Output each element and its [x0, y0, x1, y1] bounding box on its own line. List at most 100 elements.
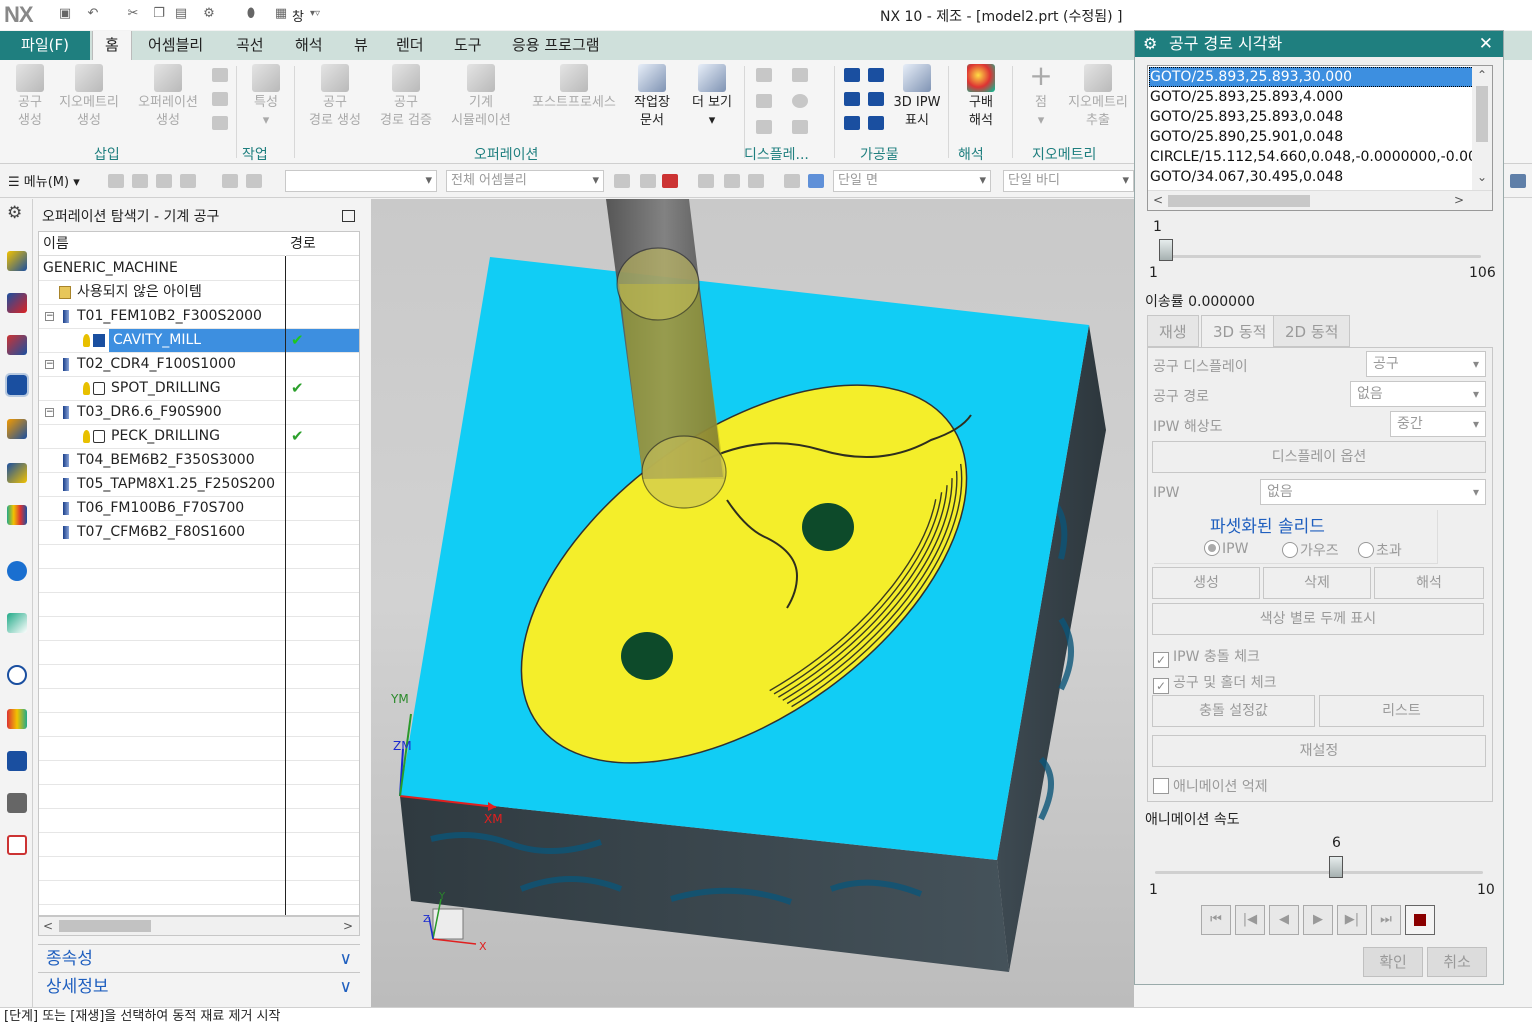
snap-icon[interactable] [698, 174, 714, 188]
workpiece-small-icon[interactable] [844, 68, 860, 82]
group-operation[interactable]: 오퍼레이션 [474, 144, 538, 164]
chevron-down-icon[interactable]: ∨ [340, 945, 352, 973]
verify-toolpath-button[interactable]: 공구 경로 검증 [374, 64, 438, 130]
close-icon[interactable]: ✕ [1479, 31, 1493, 57]
graphics-viewport[interactable]: YM ZM XM X Y Z [371, 199, 1134, 1007]
workpiece-small-icon[interactable] [844, 92, 860, 106]
type-filter-combo[interactable] [285, 170, 437, 192]
tab-assembly[interactable]: 어셈블리 [136, 31, 215, 60]
snap-icon[interactable] [808, 174, 824, 188]
command-list-item[interactable]: GOTO/25.893,25.893,4.000 [1149, 87, 1474, 107]
fast-forward-button[interactable]: ⏭ [1371, 905, 1401, 935]
column-header-path[interactable]: 경로 [286, 232, 359, 256]
tab-2d-dynamic[interactable]: 2D 동적 [1273, 315, 1351, 347]
delete-button[interactable]: 삭제 [1263, 567, 1371, 599]
tab-replay[interactable]: 재생 [1147, 315, 1199, 347]
manufacturing-wizard-icon[interactable] [7, 751, 27, 771]
ipw-resolution-select[interactable]: 중간 [1390, 411, 1486, 437]
tab-tools[interactable]: 도구 [442, 31, 494, 60]
group-display[interactable]: 디스플레... [744, 144, 809, 164]
machine-simulation-button[interactable]: 기계 시뮬레이션 [444, 64, 518, 130]
group-insert[interactable]: 삽입 [94, 144, 120, 164]
save-icon[interactable]: ▣ [56, 5, 74, 23]
tool-holder-check[interactable]: ✓ 공구 및 홀더 체크 [1153, 672, 1277, 694]
assembly-navigator-icon[interactable] [7, 251, 27, 271]
tree-row[interactable]: GENERIC_MACHINE [39, 257, 359, 281]
thickness-by-color-button[interactable]: 색상 별로 두께 표시 [1152, 603, 1484, 635]
tree-row[interactable]: PECK_DRILLING ✔ [39, 425, 359, 449]
rewind-to-start-button[interactable]: ⏮ [1201, 905, 1231, 935]
create-tool-button[interactable]: 공구 생성 [10, 64, 50, 130]
display-small-icon[interactable] [756, 94, 772, 108]
vertical-scrollbar[interactable]: ⌃ ⌄ [1472, 66, 1492, 190]
gear-icon[interactable]: ⚙ [1143, 31, 1157, 57]
collapse-icon[interactable]: − [45, 360, 54, 369]
collapse-icon[interactable]: − [45, 408, 54, 417]
command-list-item[interactable]: GOTO/25.893,25.893,0.048 [1149, 107, 1474, 127]
ipw-collision-check[interactable]: ✓ IPW 충돌 체크 [1153, 646, 1260, 668]
assembly-filter-combo[interactable]: 전체 어셈블리 [446, 170, 604, 192]
workpiece-small-icon[interactable] [844, 116, 860, 130]
analyze-button[interactable]: 해석 [1374, 567, 1484, 599]
reuse-library-icon[interactable] [7, 505, 27, 525]
play-forward-button[interactable]: ▶ [1303, 905, 1333, 935]
scroll-thumb[interactable] [59, 920, 151, 932]
toolbar-icon[interactable] [180, 174, 196, 188]
chevron-down-icon[interactable]: ∨ [340, 973, 352, 1001]
workpiece-small-icon[interactable] [868, 116, 884, 130]
tree-row[interactable]: − T03_DR6.6_F90S900 [39, 401, 359, 425]
scroll-thumb[interactable] [1168, 195, 1310, 207]
create-geometry-button[interactable]: 지오메트리 생성 [54, 64, 124, 130]
display-options-button[interactable]: 디스플레이 옵션 [1152, 441, 1486, 473]
process-studio-icon[interactable] [7, 709, 27, 729]
snap-icon[interactable] [784, 174, 800, 188]
tree-row[interactable]: T07_CFM6B2_F80S1600 [39, 521, 359, 545]
ok-button[interactable]: 확인 [1363, 947, 1423, 977]
toolbar-icon[interactable] [108, 174, 124, 188]
info-icon[interactable] [7, 561, 27, 581]
web-browser-icon[interactable] [7, 613, 27, 633]
column-header-name[interactable]: 이름 [39, 232, 285, 256]
history-icon[interactable] [7, 665, 27, 685]
tab-home[interactable]: 홈 [92, 31, 132, 61]
tab-curve[interactable]: 곡선 [224, 31, 276, 60]
generate-toolpath-button[interactable]: 공구 경로 생성 [302, 64, 368, 130]
horizontal-scrollbar[interactable]: < > [1148, 190, 1492, 210]
shop-documentation-button[interactable]: 작업장 문서 [628, 64, 676, 130]
command-list-item[interactable]: GOTO/25.893,25.893,30.000 [1149, 67, 1474, 87]
machine-tool-navigator-icon[interactable] [7, 419, 27, 439]
ipw-select[interactable]: 없음 [1260, 479, 1486, 505]
scroll-right-icon[interactable]: > [1454, 193, 1464, 207]
collapse-icon[interactable]: − [45, 312, 54, 321]
tab-render[interactable]: 렌더 [384, 31, 436, 60]
machining-feature-navigator-icon[interactable] [7, 463, 27, 483]
dependencies-section[interactable]: 종속성 ∨ [38, 944, 360, 972]
window-menu[interactable]: 창 [292, 6, 304, 25]
play-backward-button[interactable]: ◀ [1269, 905, 1299, 935]
operation-navigator-icon[interactable] [5, 373, 29, 397]
insert-small-icon[interactable] [212, 92, 228, 106]
toolbar-icon[interactable] [132, 174, 148, 188]
display-small-icon[interactable] [792, 94, 808, 108]
gear-icon[interactable]: ⚙ [7, 203, 22, 223]
step-back-button[interactable]: |◀ [1235, 905, 1265, 935]
tree-row[interactable]: 사용되지 않은 아이템 [39, 281, 359, 305]
window-icon[interactable]: ▦ [272, 5, 290, 23]
reset-button[interactable]: 재설정 [1152, 735, 1486, 767]
snap-icon[interactable] [748, 174, 764, 188]
tab-file[interactable]: 파일(F) [0, 31, 90, 60]
workpiece-small-icon[interactable] [868, 68, 884, 82]
scroll-up-icon[interactable]: ⌃ [1477, 68, 1487, 82]
chevron-down-icon[interactable]: ▾▿ [306, 5, 324, 23]
toolbar-icon[interactable] [156, 174, 172, 188]
create-button[interactable]: 생성 [1152, 567, 1260, 599]
list-button[interactable]: 리스트 [1319, 695, 1484, 727]
cut-icon[interactable]: ✂ [124, 5, 142, 23]
suppress-animation-check[interactable]: 애니메이션 억제 [1153, 776, 1268, 796]
tab-applications[interactable]: 응용 프로그램 [500, 31, 612, 60]
display-small-icon[interactable] [756, 68, 772, 82]
tab-analysis[interactable]: 해석 [283, 31, 335, 60]
display-small-icon[interactable] [792, 120, 808, 134]
tree-row[interactable]: − T02_CDR4_F100S1000 [39, 353, 359, 377]
scroll-left-icon[interactable]: < [1153, 193, 1163, 207]
